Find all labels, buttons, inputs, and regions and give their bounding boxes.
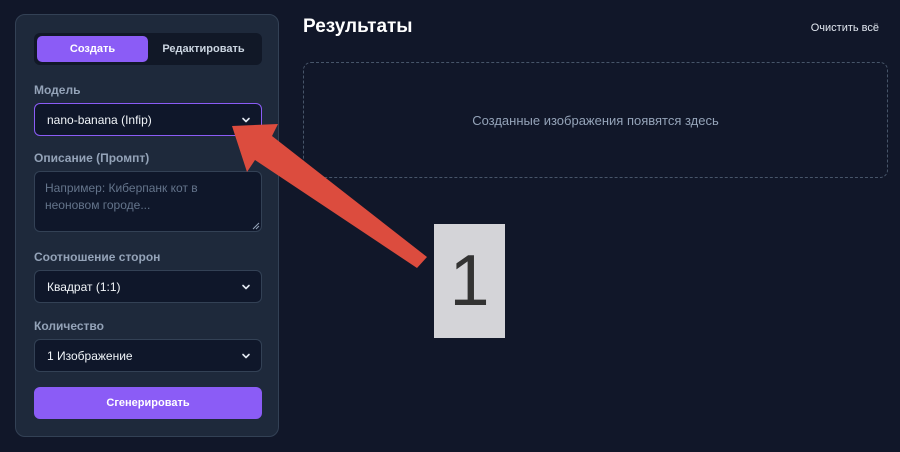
results-dropzone: Созданные изображения появятся здесь	[303, 62, 888, 178]
model-select[interactable]: nano-banana (Infip)	[34, 103, 262, 136]
page-title: Результаты	[303, 16, 413, 37]
generate-button[interactable]: Сгенерировать	[34, 387, 262, 419]
annotation-marker-label: 1	[449, 241, 490, 321]
model-label: Модель	[34, 83, 81, 97]
prompt-label: Описание (Промпт)	[34, 151, 150, 165]
page: Создать Редактировать Модель nano-banana…	[0, 0, 900, 452]
aspect-select-value: Квадрат (1:1)	[47, 279, 121, 294]
tab-create[interactable]: Создать	[37, 36, 148, 62]
clear-all-button[interactable]: Очистить всё	[811, 22, 879, 34]
count-select-value: 1 Изображение	[47, 348, 133, 363]
aspect-select[interactable]: Квадрат (1:1)	[34, 270, 262, 303]
count-select[interactable]: 1 Изображение	[34, 339, 262, 372]
mode-tabs: Создать Редактировать	[34, 33, 262, 65]
settings-panel: Создать Редактировать Модель nano-banana…	[15, 14, 279, 437]
tab-edit[interactable]: Редактировать	[148, 36, 259, 62]
chevron-down-icon	[242, 284, 250, 289]
results-empty-text: Созданные изображения появятся здесь	[472, 112, 719, 128]
resize-grip-icon[interactable]	[252, 222, 260, 230]
chevron-down-icon	[242, 353, 250, 358]
chevron-down-icon	[242, 117, 250, 122]
model-select-value: nano-banana (Infip)	[47, 112, 152, 127]
annotation-marker: 1	[434, 224, 505, 338]
prompt-input[interactable]	[34, 171, 262, 232]
count-label: Количество	[34, 319, 104, 333]
aspect-label: Соотношение сторон	[34, 250, 161, 264]
